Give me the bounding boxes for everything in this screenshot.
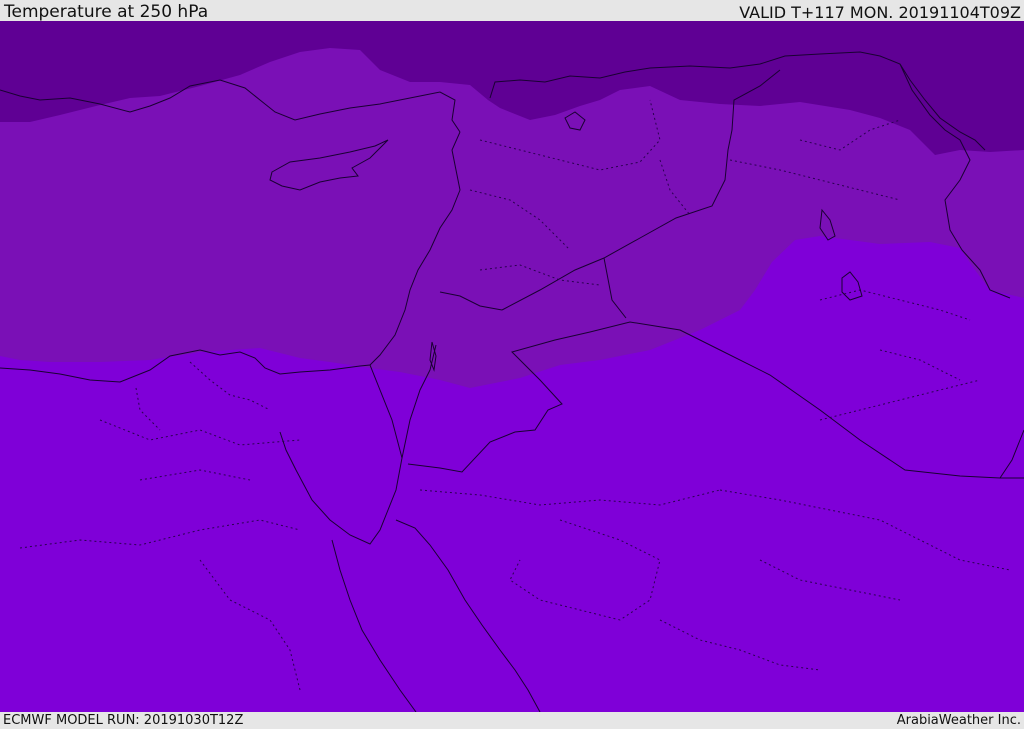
footer-bar: ECMWF MODEL RUN: 20191030T12Z ArabiaWeat… (0, 712, 1024, 729)
header-bar: Temperature at 250 hPa VALID T+117 MON. … (0, 0, 1024, 22)
weather-map (0, 21, 1024, 712)
credit: ArabiaWeather Inc. (896, 713, 1021, 728)
valid-time: VALID T+117 MON. 20191104T09Z (739, 3, 1021, 22)
model-run: ECMWF MODEL RUN: 20191030T12Z (3, 713, 244, 728)
map-title: Temperature at 250 hPa (4, 2, 209, 22)
